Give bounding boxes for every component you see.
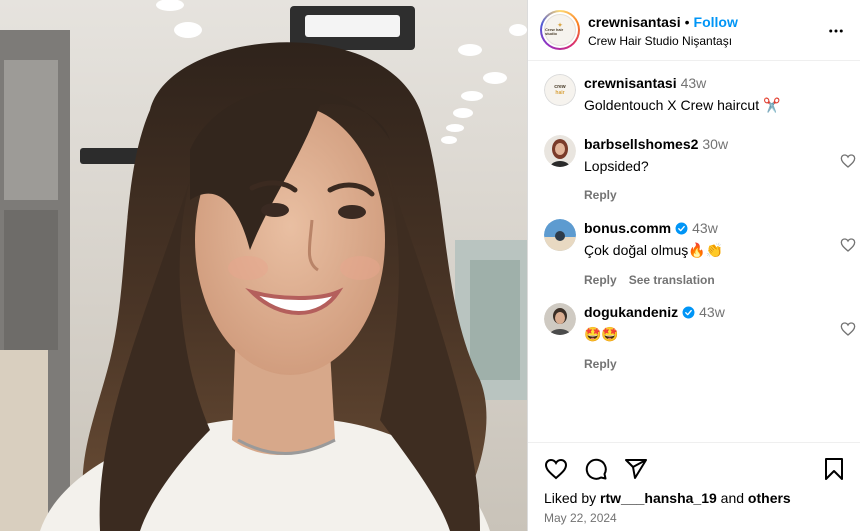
post-footer: Liked by rtw___hansha_19 and others May … <box>528 442 860 531</box>
verified-badge-icon <box>675 222 688 234</box>
post-side-panel: ✦ Crew hair studio crewnisantasi • Follow … <box>527 0 860 531</box>
comment-time[interactable]: 30w <box>702 136 728 152</box>
heart-icon[interactable] <box>544 457 568 481</box>
post-photo[interactable] <box>0 0 527 531</box>
more-horizontal-icon[interactable] <box>827 22 845 40</box>
header-separator: • <box>684 14 690 30</box>
share-icon[interactable] <box>624 457 648 481</box>
avatar-photo <box>544 303 576 335</box>
profile-avatar[interactable]: ✦ Crew hair studio <box>540 10 580 50</box>
reply-button[interactable]: Reply <box>584 188 617 202</box>
comment-username[interactable]: bonus.comm <box>584 220 671 236</box>
caption-username[interactable]: crewnisantasi <box>584 75 677 91</box>
caption-time[interactable]: 43w <box>681 75 707 91</box>
liked-by-line: Liked by rtw___hansha_19 and others <box>544 490 791 506</box>
comment-like-icon[interactable] <box>840 237 856 253</box>
commenter-avatar[interactable] <box>544 135 576 167</box>
reply-button[interactable]: Reply <box>584 273 617 287</box>
comment-time[interactable]: 43w <box>692 220 718 236</box>
comment-text: Çok doğal olmuş🔥👏 <box>584 242 724 258</box>
see-translation-button[interactable]: See translation <box>629 273 715 287</box>
liked-by-others[interactable]: others <box>748 490 791 506</box>
post-photo-illustration <box>0 0 527 531</box>
avatar-photo <box>544 135 576 167</box>
comment-icon[interactable] <box>584 457 608 481</box>
post-date[interactable]: May 22, 2024 <box>544 511 617 525</box>
comment-like-icon[interactable] <box>840 321 856 337</box>
comments-list[interactable]: crew hair crewnisantasi 43w Goldentouch X… <box>528 62 860 442</box>
comment-text: 🤩🤩 <box>584 326 619 342</box>
liked-by-and: and <box>720 490 745 506</box>
commenter-avatar[interactable] <box>544 219 576 251</box>
studio-logo: ✦ Crew hair studio <box>544 14 576 46</box>
location-link[interactable]: Crew Hair Studio Nişantaşı <box>588 34 732 48</box>
logo-text: Crew hair studio <box>545 27 564 36</box>
verified-badge-icon <box>682 306 695 318</box>
follow-button[interactable]: Follow <box>694 14 738 30</box>
svg-text:hair: hair <box>555 90 564 96</box>
comment-username[interactable]: barbsellshomes2 <box>584 136 698 152</box>
commenter-avatar[interactable] <box>544 303 576 335</box>
caption-avatar[interactable]: crew hair <box>544 74 576 106</box>
bookmark-icon[interactable] <box>822 457 846 481</box>
post-header: ✦ Crew hair studio crewnisantasi • Follow … <box>528 0 860 61</box>
comment-text: Lopsided? <box>584 158 649 174</box>
liked-by-prefix: Liked by <box>544 490 597 506</box>
avatar-photo <box>544 219 576 251</box>
action-bar <box>544 457 844 483</box>
comment-like-icon[interactable] <box>840 153 856 169</box>
liked-by-user[interactable]: rtw___hansha_19 <box>600 490 717 506</box>
caption-text: Goldentouch X Crew haircut ✂️ <box>584 97 781 113</box>
header-username[interactable]: crewnisantasi <box>588 14 681 30</box>
studio-logo-small: crew hair <box>544 74 576 106</box>
comment-time[interactable]: 43w <box>699 304 725 320</box>
header-user-line: crewnisantasi • Follow <box>588 14 738 30</box>
reply-button[interactable]: Reply <box>584 357 617 371</box>
comment-username[interactable]: dogukandeniz <box>584 304 678 320</box>
